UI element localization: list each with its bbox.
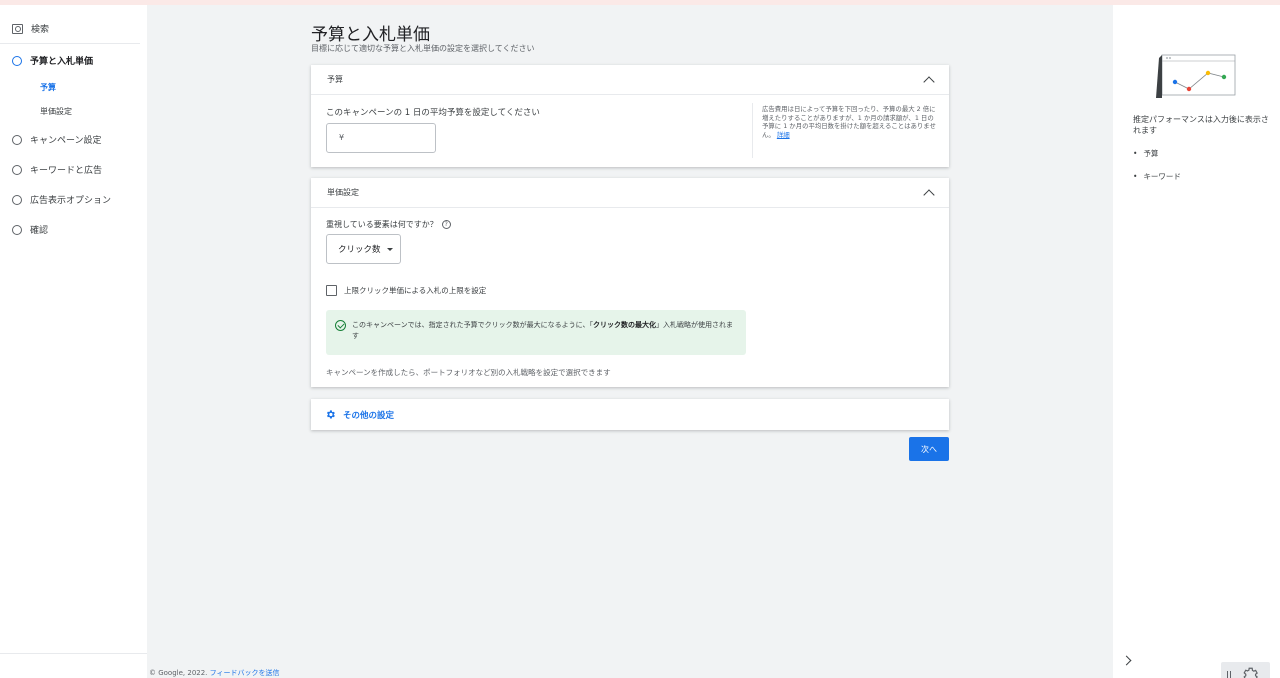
other-settings-button[interactable]: その他の設定 bbox=[311, 399, 949, 430]
step-label: キーワードと広告 bbox=[30, 166, 103, 176]
step-ad-extensions[interactable]: 広告表示オプション bbox=[12, 193, 111, 206]
budget-card-title: 予算 bbox=[327, 75, 343, 84]
bidding-footnote: キャンペーンを作成したら、ポートフォリオなど別の入札戦略を設定で選択できます bbox=[326, 368, 611, 377]
feedback-link[interactable]: フィードバックを送信 bbox=[210, 669, 280, 677]
estimate-text: 推定パフォーマンスは入力後に表示されます bbox=[1133, 115, 1269, 135]
pause-icon bbox=[1227, 671, 1231, 678]
dropdown-arrow-icon bbox=[386, 247, 393, 251]
bidding-question-text: 重視している要素は何ですか？ bbox=[326, 220, 438, 229]
step-budget-bidding[interactable]: 予算と入札単価 bbox=[12, 54, 93, 67]
focus-select[interactable]: クリック数 bbox=[326, 234, 401, 264]
sidebar-bottom-divider bbox=[0, 653, 147, 654]
step-label: キャンペーン設定 bbox=[30, 136, 102, 146]
focus-select-value: クリック数 bbox=[338, 245, 381, 255]
budget-note: 広告費用は日によって予算を下回ったり、予算の最大 2 倍に増えたりすることがあり… bbox=[762, 105, 940, 139]
footer: © Google, 2022. フィードバックを送信 bbox=[149, 668, 280, 678]
step-sidebar: 検索 予算と入札単価 予算 単価設定 キャンペーン設定 キーワードと広告 広告表… bbox=[0, 5, 147, 678]
step-circle-icon bbox=[12, 164, 22, 175]
sidebar-search[interactable]: 検索 bbox=[12, 22, 49, 35]
check-circle-icon bbox=[335, 320, 346, 331]
next-button[interactable]: 次へ bbox=[909, 437, 949, 461]
sidebar-search-label: 検索 bbox=[31, 25, 50, 35]
info-text-strategy: クリック数の最大化 bbox=[592, 321, 656, 329]
chevron-up-icon[interactable] bbox=[923, 188, 935, 201]
max-cpc-checkbox[interactable] bbox=[326, 285, 337, 296]
copyright: © Google, 2022. bbox=[149, 669, 208, 677]
budget-question: このキャンペーンの 1 日の平均予算を設定してください bbox=[326, 108, 540, 118]
note-divider bbox=[752, 103, 753, 158]
strategy-info-box: このキャンペーンでは、指定された予算でクリック数が最大になるように、「クリック数… bbox=[326, 310, 746, 355]
budget-card: 予算 このキャンペーンの 1 日の平均予算を設定してください ¥ 広告費用は日に… bbox=[311, 65, 949, 167]
settings-tab[interactable] bbox=[1221, 662, 1270, 678]
budget-card-header[interactable]: 予算 bbox=[311, 65, 949, 95]
currency-prefix: ¥ bbox=[339, 133, 345, 142]
step-circle-icon bbox=[12, 55, 22, 66]
max-cpc-option[interactable]: 上限クリック単価による入札の上限を設定 bbox=[326, 285, 486, 296]
max-cpc-label: 上限クリック単価による入札の上限を設定 bbox=[344, 286, 487, 295]
performance-panel: 推定パフォーマンスは入力後に表示されます 予算 キーワード bbox=[1113, 5, 1280, 678]
substep-bidding[interactable]: 単価設定 bbox=[40, 106, 72, 117]
bidding-card-header[interactable]: 単価設定 bbox=[311, 178, 949, 208]
bidding-card: 単価設定 重視している要素は何ですか？ ? クリック数 上限クリック単価による入… bbox=[311, 178, 949, 387]
step-campaign-settings[interactable]: キャンペーン設定 bbox=[12, 133, 102, 146]
step-keywords-ads[interactable]: キーワードと広告 bbox=[12, 163, 102, 176]
bidding-card-title: 単価設定 bbox=[327, 188, 359, 197]
step-review[interactable]: 確認 bbox=[12, 223, 48, 236]
top-accent-line bbox=[0, 0, 1280, 5]
chevron-right-icon[interactable] bbox=[1121, 655, 1132, 666]
step-label: 広告表示オプション bbox=[30, 196, 112, 206]
details-link[interactable]: 詳細 bbox=[777, 131, 790, 139]
substep-budget[interactable]: 予算 bbox=[40, 82, 56, 93]
chevron-up-icon[interactable] bbox=[923, 75, 935, 88]
gear-icon bbox=[1243, 667, 1258, 678]
search-icon bbox=[12, 23, 23, 34]
help-icon[interactable]: ? bbox=[441, 220, 451, 229]
bidding-question: 重視している要素は何ですか？ ? bbox=[326, 219, 451, 230]
gear-icon bbox=[325, 409, 336, 420]
page-title: 予算と入札単価 bbox=[311, 25, 430, 45]
sidebar-divider bbox=[0, 43, 140, 44]
step-circle-icon bbox=[12, 194, 22, 205]
step-label: 予算と入札単価 bbox=[30, 57, 94, 67]
page-subtitle: 目標に応じて適切な予算と入札単価の設定を選択してください bbox=[311, 44, 535, 53]
estimate-item-budget: 予算 bbox=[1133, 148, 1158, 159]
info-text-pre: このキャンペーンでは、指定された予算でクリック数が最大になるように、「 bbox=[352, 321, 593, 329]
step-circle-icon bbox=[12, 134, 22, 145]
step-circle-icon bbox=[12, 224, 22, 235]
daily-budget-input[interactable]: ¥ bbox=[326, 123, 436, 153]
estimate-item-keywords: キーワード bbox=[1133, 171, 1181, 182]
strategy-info-text: このキャンペーンでは、指定された予算でクリック数が最大になるように、「クリック数… bbox=[352, 320, 736, 355]
other-settings-label: その他の設定 bbox=[343, 410, 395, 421]
chart-illustration-icon bbox=[1156, 54, 1236, 98]
step-label: 確認 bbox=[30, 226, 49, 236]
